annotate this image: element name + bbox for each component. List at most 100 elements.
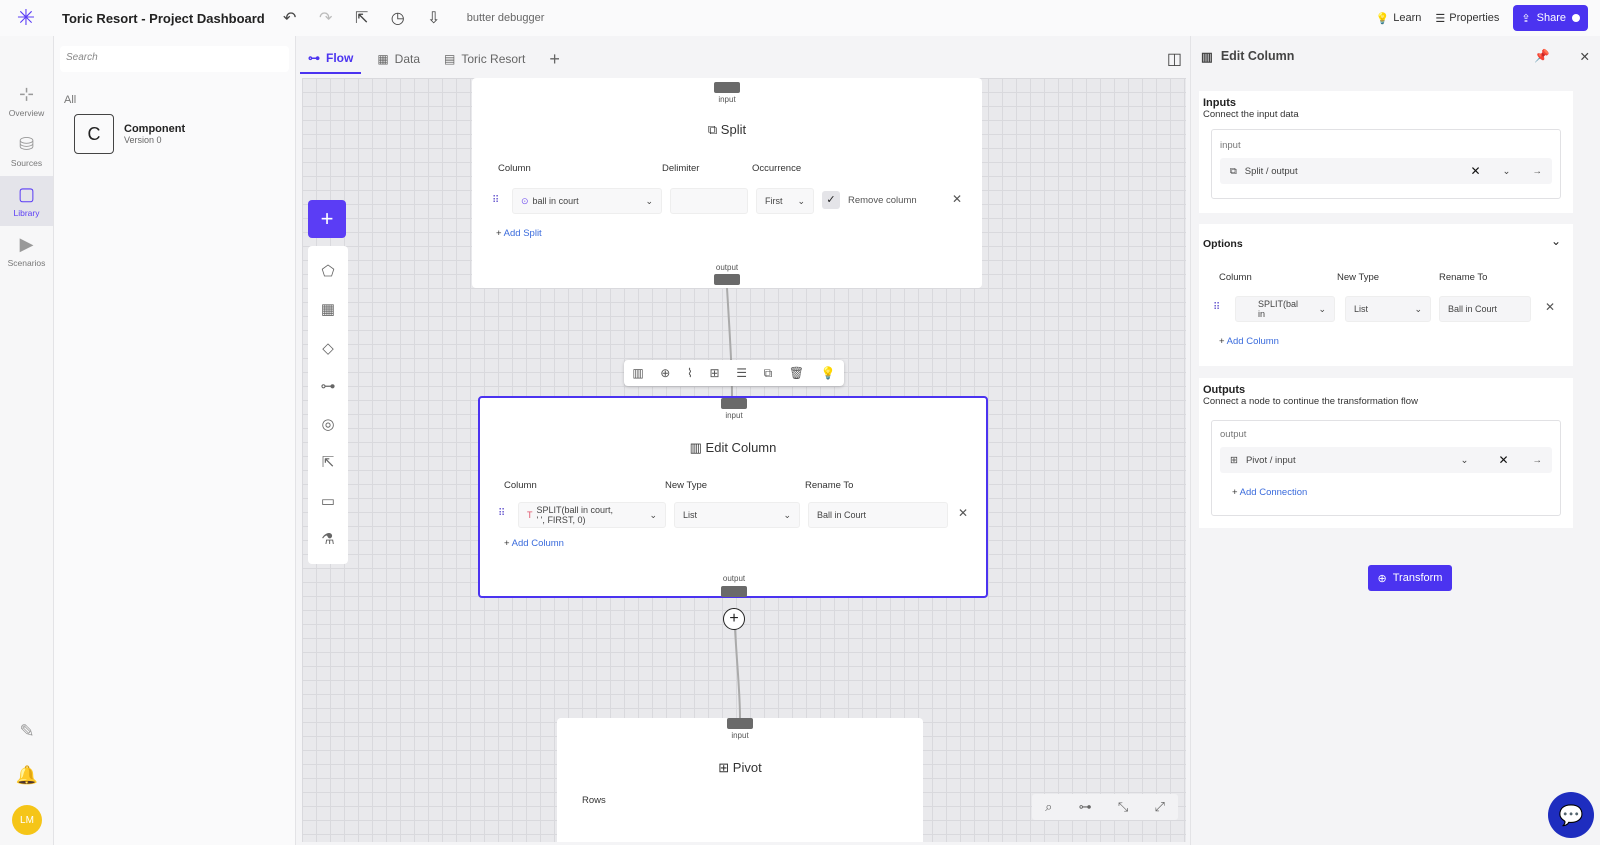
search-icon[interactable]: ◎	[321, 415, 334, 433]
flow-canvas[interactable]: + ⬠ ▦ ◇ ⊶ ◎ ⇱ ▭ ⚗ input ⧉ Split Column D…	[302, 78, 1186, 842]
flow-icon[interactable]: ⊶	[321, 377, 336, 395]
add-connection-icon[interactable]: +	[723, 608, 745, 630]
column-select[interactable]: ⊙ ball in court ⌄	[512, 188, 662, 214]
chevron-down-icon[interactable]: ⌄	[1460, 455, 1468, 466]
insert-icon[interactable]: ⊞	[710, 366, 720, 380]
share-button[interactable]: ⇪ Share	[1513, 5, 1588, 31]
edit-chart-button[interactable]: ✎	[0, 709, 54, 753]
table-icon[interactable]: ▦	[321, 300, 335, 318]
type-select[interactable]: List ⌄	[1345, 296, 1431, 322]
clear-icon[interactable]: ✕	[1498, 453, 1508, 467]
column-header: Column	[504, 480, 537, 491]
download-icon[interactable]: ⇩	[423, 7, 445, 29]
undo-icon[interactable]: ↶	[279, 7, 301, 29]
edit-column-node[interactable]: input ▥ Edit Column Column New Type Rena…	[478, 396, 988, 598]
drag-handle-icon[interactable]: ⠿	[1213, 302, 1220, 313]
inputs-card: Inputs Connect the input data input ⧉ Sp…	[1199, 91, 1573, 213]
close-icon[interactable]: ✕	[952, 192, 962, 206]
rename-input[interactable]: Ball in Court	[1439, 296, 1531, 322]
input-port-label: input	[725, 411, 743, 420]
history-icon[interactable]: ◷	[387, 7, 409, 29]
output-select[interactable]: ⊞ Pivot / input ⌄ ✕ →	[1220, 447, 1552, 473]
sliders-icon[interactable]: ☰	[736, 366, 747, 380]
tab-data[interactable]: ▦ Data	[369, 44, 428, 74]
fullscreen-icon[interactable]: ⤢	[1154, 799, 1164, 815]
auto-layout-icon[interactable]: ⊶	[1079, 799, 1092, 815]
output-port[interactable]	[721, 586, 747, 597]
add-column-button[interactable]: + Add Column	[504, 538, 564, 549]
export-icon[interactable]: ⇱	[322, 453, 335, 471]
split-node[interactable]: input ⧉ Split Column Delimiter Occurrenc…	[472, 78, 982, 288]
add-node-button[interactable]: +	[308, 200, 346, 238]
input-port[interactable]	[721, 398, 747, 409]
add-tab-button[interactable]: +	[541, 44, 568, 74]
drag-handle-icon[interactable]: ⠿	[498, 508, 505, 519]
chart-icon[interactable]: ▥	[632, 366, 643, 380]
rail-item-scenarios[interactable]: ▶ Scenarios	[0, 226, 53, 276]
pin-icon[interactable]: 📌	[1534, 49, 1550, 64]
minimize-icon[interactable]: ⤡	[1118, 799, 1128, 815]
close-icon[interactable]: ✕	[1580, 49, 1590, 64]
pivot-node[interactable]: input ⊞ Pivot Rows	[557, 718, 923, 842]
play-icon: ▶	[19, 234, 34, 254]
transform-button[interactable]: ⊕ Transform	[1368, 565, 1452, 591]
output-port[interactable]	[714, 274, 740, 285]
search-input[interactable]: Search	[60, 46, 289, 72]
diamond-icon[interactable]: ◇	[322, 339, 334, 357]
rail-item-overview[interactable]: ⊹ Overview	[0, 76, 53, 126]
chevron-down-icon: ⌄	[1318, 303, 1326, 314]
lightbulb-icon[interactable]: 💡	[821, 366, 836, 380]
component-item[interactable]: C Component Version 0	[74, 114, 295, 154]
remove-column-checkbox[interactable]: ✓	[822, 191, 840, 209]
close-icon[interactable]: ✕	[1545, 300, 1555, 314]
redo-icon[interactable]: ↷	[315, 7, 337, 29]
component-name: Component	[124, 123, 186, 135]
export-icon[interactable]: ⇱	[351, 7, 373, 29]
occurrence-select[interactable]: First ⌄	[756, 188, 814, 214]
clear-icon[interactable]: ✕	[1470, 164, 1480, 178]
rows-header: Rows	[582, 795, 606, 806]
shapes-icon[interactable]: ⬠	[321, 262, 334, 280]
tab-flow[interactable]: ⊶ Flow	[300, 44, 362, 74]
properties-button[interactable]: ☰ Properties	[1435, 12, 1499, 25]
arrow-right-icon[interactable]: →	[1533, 166, 1543, 177]
zoom-fit-icon[interactable]: ⌕	[1045, 799, 1052, 815]
input-select[interactable]: ⧉ Split / output ✕ ⌄ →	[1220, 158, 1552, 184]
arrow-right-icon[interactable]: →	[1533, 455, 1543, 466]
close-icon[interactable]: ✕	[958, 506, 968, 520]
add-split-button[interactable]: + Add Split	[496, 228, 542, 239]
tab-toric-resort[interactable]: ▤ Toric Resort	[436, 44, 533, 74]
rename-input[interactable]: Ball in Court	[808, 502, 948, 528]
app-logo-icon[interactable]: ✳	[0, 0, 52, 36]
share-icon: ⇪	[1521, 12, 1531, 25]
column-select[interactable]: SPLIT(bal in ⌄	[1235, 296, 1335, 322]
pivot-icon: ⊞	[1230, 454, 1238, 466]
learn-button[interactable]: 💡 Learn	[1376, 12, 1422, 25]
duplicate-icon[interactable]: ⧉	[764, 366, 773, 381]
add-icon[interactable]: ⊕	[660, 366, 670, 380]
column-select[interactable]: T SPLIT(ball in court, ' ', FIRST, 0) ⌄	[518, 502, 666, 528]
add-column-button[interactable]: + Add Column	[1219, 336, 1279, 347]
avatar[interactable]: LM	[12, 805, 42, 835]
calendar-icon[interactable]: ▭	[321, 492, 335, 510]
trash-icon[interactable]: 🗑	[789, 366, 804, 380]
line-chart-icon[interactable]: ⌇	[687, 366, 693, 380]
add-connection-button[interactable]: + Add Connection	[1232, 487, 1307, 498]
chevron-down-icon[interactable]: ⌄	[1503, 166, 1511, 177]
panel-toggle-icon[interactable]: ◫	[1167, 49, 1182, 69]
input-port[interactable]	[714, 82, 740, 93]
delimiter-input[interactable]	[670, 188, 748, 214]
chat-icon: 💬	[1558, 804, 1584, 827]
notifications-button[interactable]: 🔔	[0, 753, 54, 797]
type-select[interactable]: List ⌄	[674, 502, 800, 528]
rail-item-sources[interactable]: ⛁ Sources	[0, 126, 53, 176]
properties-panel: ▥ Edit Column 📌 ✕ Inputs Connect the inpu…	[1190, 36, 1600, 845]
chat-support-button[interactable]: 💬	[1548, 792, 1594, 838]
split-icon: ⧉	[1230, 165, 1237, 177]
flask-icon[interactable]: ⚗	[321, 530, 334, 548]
input-port[interactable]	[727, 718, 753, 729]
rail-item-library[interactable]: ▢ Library	[0, 176, 53, 226]
chevron-down-icon: ⌄	[797, 195, 805, 206]
drag-handle-icon[interactable]: ⠿	[492, 195, 499, 206]
chevron-down-icon[interactable]: ⌄	[1551, 234, 1561, 248]
